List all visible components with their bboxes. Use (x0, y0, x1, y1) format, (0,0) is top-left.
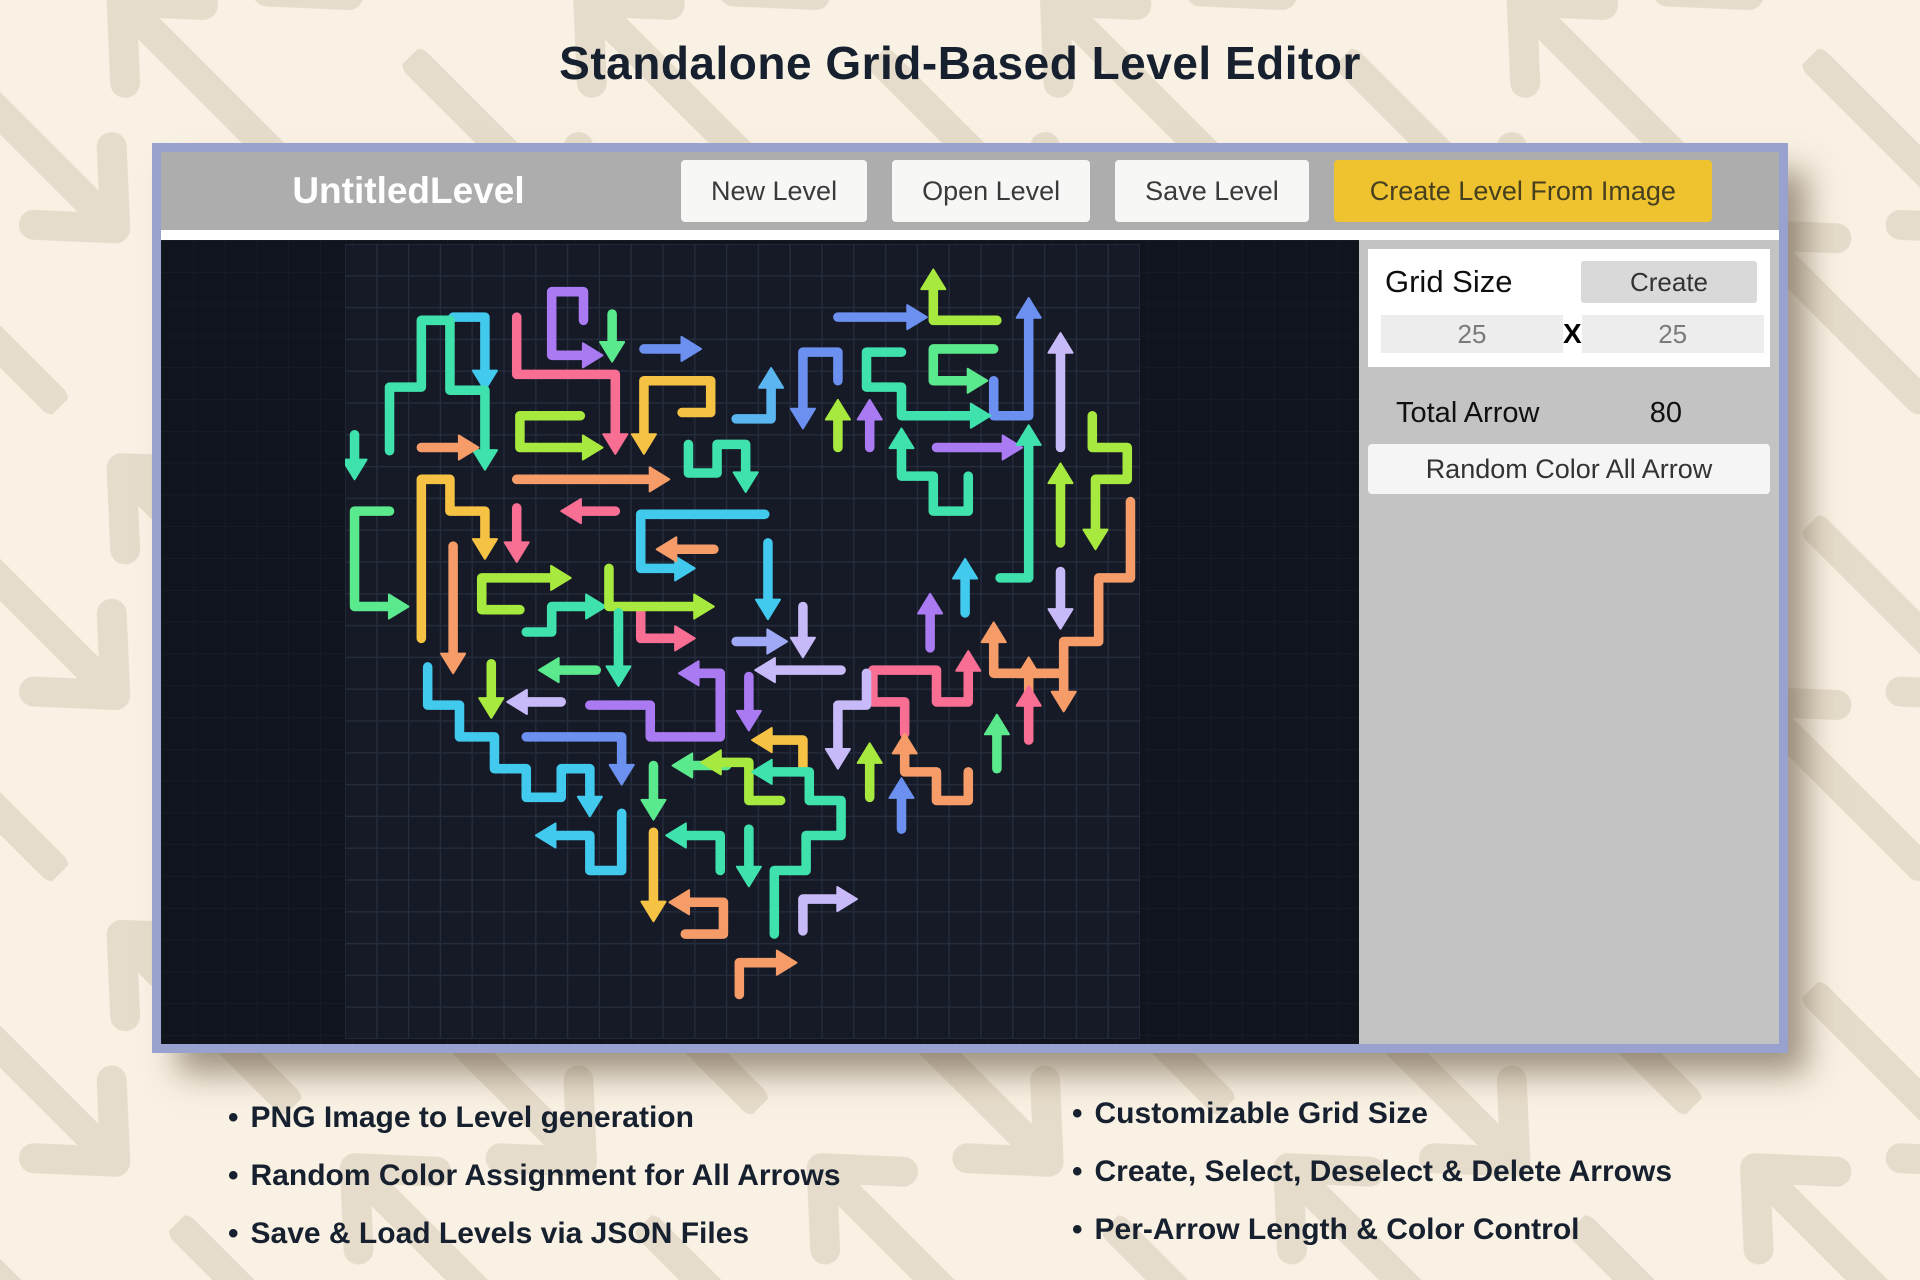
create-grid-button[interactable]: Create (1581, 261, 1757, 303)
page: Standalone Grid-Based Level Editor Untit… (0, 0, 1920, 1280)
total-arrow-row: Total Arrow 80 (1368, 397, 1770, 430)
total-arrow-value: 80 (1650, 397, 1682, 430)
save-level-button[interactable]: Save Level (1115, 160, 1309, 222)
feature-item: Customizable Grid Size (1072, 1092, 1672, 1150)
feature-list-left: PNG Image to Level generation Random Col… (228, 1096, 841, 1270)
grid-size-card: Grid Size Create X (1368, 249, 1770, 367)
feature-item: PNG Image to Level generation (228, 1096, 841, 1154)
total-arrow-label: Total Arrow (1396, 397, 1539, 430)
grid-size-x-separator: X (1563, 318, 1582, 350)
feature-item: Random Color Assignment for All Arrows (228, 1154, 841, 1212)
new-level-button[interactable]: New Level (681, 160, 867, 222)
editor-window: UntitledLevel New Level Open Level Save … (152, 143, 1788, 1053)
page-title: Standalone Grid-Based Level Editor (0, 36, 1920, 90)
open-level-button[interactable]: Open Level (892, 160, 1090, 222)
window-content: Grid Size Create X Total Arrow 80 Random… (161, 240, 1779, 1044)
feature-item: Per-Arrow Length & Color Control (1072, 1208, 1672, 1266)
grid-height-input[interactable] (1582, 315, 1764, 353)
level-canvas[interactable] (161, 240, 1359, 1044)
create-level-from-image-button[interactable]: Create Level From Image (1334, 160, 1712, 222)
feature-item: Save & Load Levels via JSON Files (228, 1212, 841, 1270)
grid-width-input[interactable] (1381, 315, 1563, 353)
feature-item: Create, Select, Deselect & Delete Arrows (1072, 1150, 1672, 1208)
grid-area[interactable] (345, 244, 1140, 1039)
arrow-layer (345, 244, 1140, 1039)
grid-size-label: Grid Size (1381, 264, 1512, 300)
feature-list-right: Customizable Grid Size Create, Select, D… (1072, 1092, 1672, 1266)
toolbar: UntitledLevel New Level Open Level Save … (161, 152, 1779, 230)
level-name-label: UntitledLevel (161, 170, 656, 212)
toolbar-divider (161, 230, 1779, 240)
side-panel: Grid Size Create X Total Arrow 80 Random… (1359, 240, 1779, 1044)
random-color-all-arrow-button[interactable]: Random Color All Arrow (1368, 444, 1770, 494)
